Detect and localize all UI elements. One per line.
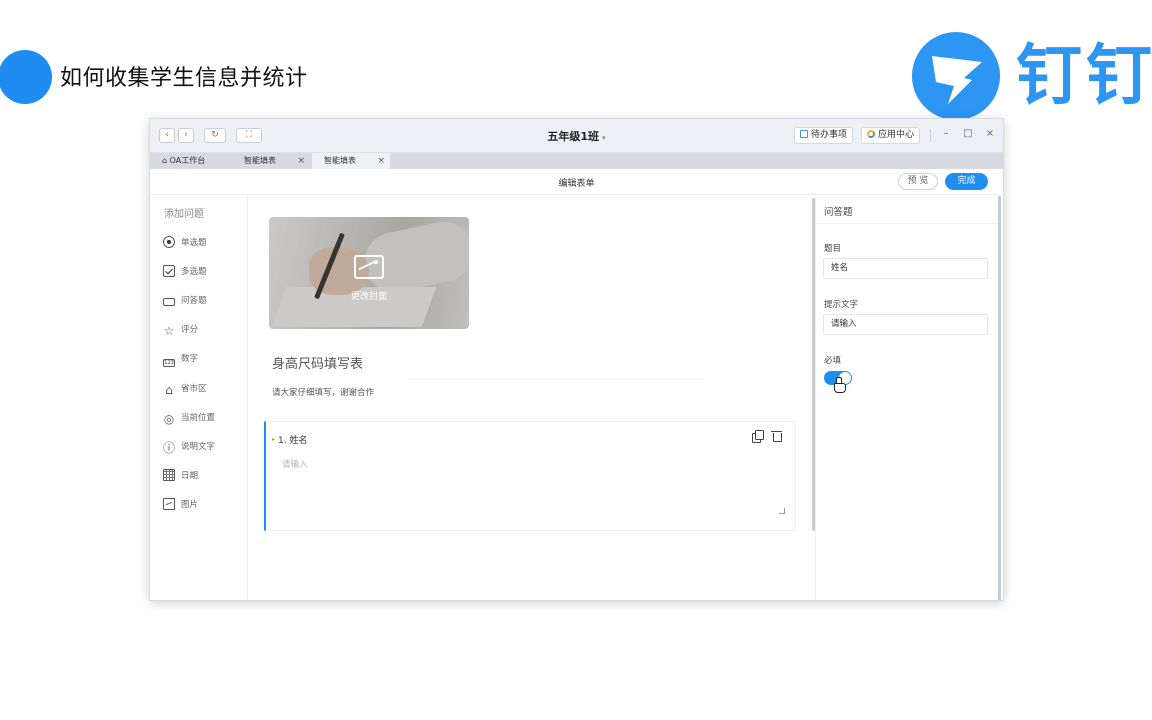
hint-text-label: 提示文字 <box>824 300 859 310</box>
todo-label: 待办事项 <box>811 130 848 140</box>
item-label: 说明文字 <box>181 442 216 452</box>
tab-label: 智能填表 <box>244 156 276 165</box>
form-cover-image[interactable]: 更改封面 <box>269 217 469 329</box>
item-label: 数字 <box>181 354 199 364</box>
preview-button[interactable]: 预 览 <box>898 173 938 190</box>
image-icon <box>163 498 175 510</box>
trash-icon[interactable] <box>771 430 783 442</box>
item-label: 评分 <box>181 325 199 335</box>
form-title[interactable]: 身高尺码填写表 <box>272 353 363 372</box>
item-label: 当前位置 <box>181 413 216 423</box>
tab-oa-workbench[interactable]: ⌂ OA工作台 <box>150 153 230 169</box>
number-icon: 123 <box>163 359 175 367</box>
hand-cursor-icon <box>834 377 846 393</box>
item-label: 日期 <box>181 471 199 481</box>
item-label: 单选题 <box>181 238 207 248</box>
tab-close-icon[interactable]: × <box>377 153 385 169</box>
add-question-answer[interactable]: 问答题 <box>163 294 207 310</box>
hint-text-input[interactable]: 请输入 <box>823 314 988 335</box>
question-title-input[interactable]: 姓名 <box>823 258 988 279</box>
region-icon: ⌂ <box>165 383 173 397</box>
todo-icon <box>800 130 808 138</box>
close-window-button[interactable]: × <box>984 128 996 139</box>
title-bar: ‹ › ↻ ⛶ 五年级1班 ▾ 待办事项 应用中心 – □ × <box>150 119 1003 153</box>
star-icon: ☆ <box>163 324 175 338</box>
item-label: 问答题 <box>181 296 207 306</box>
editor-title: 编辑表单 <box>558 179 595 189</box>
add-location[interactable]: ◎ 当前位置 <box>163 411 215 427</box>
item-label: 多选题 <box>181 267 207 277</box>
tab-smart-form-2[interactable]: 智能填表 × <box>312 153 390 169</box>
question-card[interactable]: ▸ 1. 姓名 请输入 <box>264 421 796 531</box>
dingtalk-logo-icon <box>912 32 1000 120</box>
properties-heading: 问答题 <box>824 207 853 218</box>
tab-bar: ⌂ OA工作台 智能填表 × 智能填表 × <box>150 153 1003 169</box>
minimize-button[interactable]: – <box>940 128 952 139</box>
required-label: 必填 <box>824 356 842 366</box>
item-label: 图片 <box>181 500 199 510</box>
resize-handle-icon[interactable] <box>779 508 785 514</box>
tab-label: ⌂ OA工作台 <box>162 156 206 165</box>
chevron-down-icon: ▾ <box>602 134 606 142</box>
change-cover-label: 更改封面 <box>350 292 387 302</box>
calendar-icon <box>163 469 175 481</box>
divider <box>409 379 704 380</box>
copy-icon[interactable] <box>751 430 764 443</box>
divider <box>816 223 1000 224</box>
done-button[interactable]: 完成 <box>945 173 988 190</box>
add-question-heading: 添加问题 <box>164 209 204 220</box>
checkbox-icon <box>163 265 175 277</box>
app-center-icon <box>867 130 875 138</box>
question-label: 1. 姓名 <box>278 436 308 446</box>
editor-toolbar: 编辑表单 预 览 完成 <box>150 169 1003 195</box>
add-single-choice[interactable]: 单选题 <box>163 236 207 252</box>
change-cover-icon <box>354 255 384 279</box>
location-icon: ◎ <box>163 412 175 426</box>
slide-bullet-dot <box>0 50 52 104</box>
add-region[interactable]: ⌂ 省市区 <box>163 382 207 398</box>
tab-label: 智能填表 <box>324 156 356 165</box>
tab-smart-form-1[interactable]: 智能填表 × <box>232 153 310 169</box>
add-description-text[interactable]: ⓘ 说明文字 <box>163 440 215 456</box>
add-multi-choice[interactable]: 多选题 <box>163 265 207 281</box>
slide-title: 如何收集学生信息并统计 <box>60 66 308 91</box>
group-name: 五年级1班 <box>547 130 600 143</box>
add-question-panel: 添加问题 单选题 多选题 问答题 ☆ 评分 123 数字 ⌂ 省市区 ◎ 当前位置 ⓘ 说… <box>150 196 248 600</box>
app-window: ‹ › ↻ ⛶ 五年级1班 ▾ 待办事项 应用中心 – □ × ⌂ OA工作台 智… <box>149 118 1004 601</box>
todo-button[interactable]: 待办事项 <box>794 127 854 144</box>
caret-right-icon: ▸ <box>272 436 276 443</box>
form-description[interactable]: 请大家仔细填写，谢谢合作 <box>272 386 374 398</box>
tab-close-icon[interactable]: × <box>297 153 305 169</box>
textbox-icon <box>163 298 175 306</box>
maximize-button[interactable]: □ <box>962 128 974 139</box>
app-center-label: 应用中心 <box>878 130 915 140</box>
answer-input[interactable]: 请输入 <box>282 458 308 470</box>
add-image[interactable]: 图片 <box>163 498 198 514</box>
app-center-button[interactable]: 应用中心 <box>861 127 921 144</box>
radio-icon <box>163 236 175 248</box>
divider <box>930 129 931 142</box>
question-title-label: 题目 <box>824 244 842 254</box>
form-canvas: 更改封面 身高尺码填写表 请大家仔细填写，谢谢合作 ▸ 1. 姓名 请输入 <box>249 196 814 600</box>
add-number[interactable]: 123 数字 <box>163 352 198 368</box>
item-label: 省市区 <box>181 384 207 394</box>
add-rating[interactable]: ☆ 评分 <box>163 323 198 339</box>
add-date[interactable]: 日期 <box>163 469 198 485</box>
question-properties-panel: 问答题 题目 姓名 提示文字 请输入 必填 <box>815 196 1000 600</box>
brand-name: 钉钉 <box>1016 37 1152 114</box>
dingtalk-logo: 钉钉 <box>910 30 1152 122</box>
properties-scrollbar[interactable] <box>998 196 1001 600</box>
info-icon: ⓘ <box>163 441 176 455</box>
